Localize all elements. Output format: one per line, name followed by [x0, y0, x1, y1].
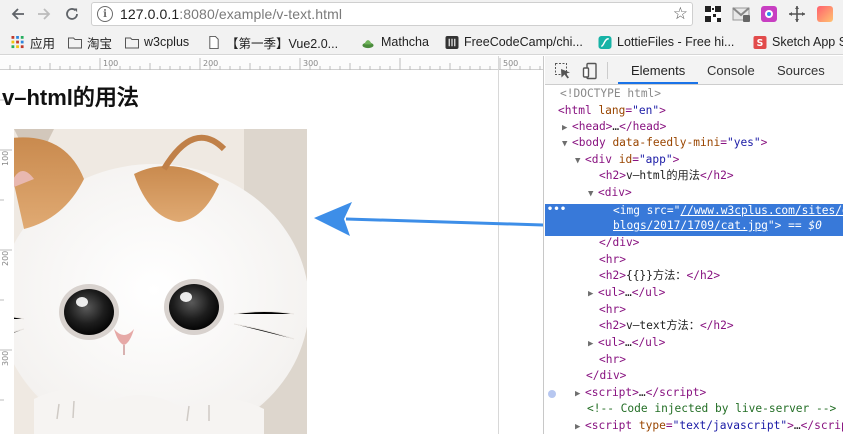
dom-node-hr[interactable]: <hr> — [545, 252, 843, 268]
bookmarks-bar: 应用 淘宝 w3cplus 【第一季】Vue2.0... Mathcha Fre… — [0, 29, 843, 55]
dom-node-hr[interactable]: <hr> — [545, 302, 843, 318]
cat-photo-drawing — [14, 129, 307, 434]
dom-node-doctype[interactable]: <!DOCTYPE html> — [545, 86, 843, 102]
dom-node-html[interactable]: <html lang="en"> — [545, 103, 843, 119]
dom-node-img-cont[interactable]: blogs/2017/1709/cat.jpg"> == $0 — [545, 218, 843, 234]
dom-node-div-close[interactable]: </div> — [545, 368, 843, 384]
bookmark-lottiefiles[interactable]: LottieFiles - Free hi... — [598, 34, 734, 50]
sketch-icon: S — [753, 35, 767, 49]
ruler-label: 500 — [503, 59, 519, 68]
folder-icon — [68, 37, 82, 48]
cat-image — [14, 129, 307, 434]
bookmark-label: Sketch App S — [772, 35, 843, 49]
dom-node-head[interactable]: ▶ <head>…</head> — [545, 119, 843, 135]
reload-icon — [66, 8, 78, 20]
info-icon[interactable]: i — [97, 6, 113, 22]
bookmark-label: 淘宝 — [87, 36, 113, 51]
tab-sources[interactable]: Sources — [777, 63, 825, 78]
forward-button[interactable] — [33, 3, 55, 25]
toolbar-divider — [607, 62, 608, 79]
dom-node-div[interactable]: ▼ <div> — [545, 185, 843, 201]
active-tab-indicator — [618, 82, 698, 84]
reload-button[interactable] — [61, 3, 83, 25]
mathcha-icon — [362, 39, 374, 48]
gmail-extension-icon[interactable] — [731, 4, 751, 24]
back-arrow-icon — [11, 8, 24, 20]
dom-node-script[interactable]: ▶ <script>…</script> — [545, 385, 843, 401]
dom-node-ul[interactable]: ▶ <ul>…</ul> — [545, 285, 843, 301]
bookmark-sketch-app[interactable]: S Sketch App S — [753, 34, 843, 50]
url-text: 127.0.0.1:8080/example/v-text.html — [120, 6, 343, 22]
bookmark-label: w3cplus — [144, 35, 190, 49]
bookmark-apps[interactable]: 应用 — [11, 34, 56, 51]
vertical-ruler — [0, 99, 12, 401]
tab-elements[interactable]: Elements — [631, 63, 685, 78]
bookmark-vue-course[interactable]: 【第一季】Vue2.0... — [207, 34, 339, 51]
bookmark-taobao[interactable]: 淘宝 — [68, 34, 113, 51]
ruler-label: 100 — [103, 59, 119, 68]
bookmark-freecodecamp[interactable]: FreeCodeCamp/chi... — [445, 34, 583, 50]
bookmark-label: 【第一季】Vue2.0... — [226, 36, 339, 51]
apps-grid-icon — [11, 35, 24, 48]
ruler-label: 100 — [1, 150, 10, 166]
qr-code-extension-icon[interactable] — [703, 4, 723, 24]
dom-node-h2[interactable]: <h2>{{}}方法：</h2> — [545, 268, 843, 284]
bookmark-label: LottieFiles - Free hi... — [617, 35, 735, 49]
browser-toolbar: i 127.0.0.1:8080/example/v-text.html ☆ — [0, 0, 843, 29]
page-heading: v–html的用法 — [2, 85, 139, 110]
device-toolbar-icon[interactable] — [582, 62, 600, 80]
tab-console[interactable]: Console — [707, 63, 755, 78]
dom-node-img[interactable]: <img src="//www.w3cplus.com/sites/defaul… — [545, 203, 843, 219]
color-picker-extension-icon[interactable] — [759, 4, 779, 24]
devtools-tabbar: Elements Console Sources — [545, 56, 843, 85]
bookmark-star-icon[interactable]: ☆ — [673, 4, 688, 24]
dom-node-div-app[interactable]: ▼ <div id="app"> — [545, 152, 843, 168]
back-button[interactable] — [7, 3, 29, 25]
inspect-element-icon[interactable] — [554, 62, 572, 80]
page-viewport[interactable]: 100 200 300 500 100 200 300 v–html的用法 — [0, 56, 544, 434]
extension-gradient-icon[interactable] — [815, 4, 835, 24]
dom-node-ul[interactable]: ▶ <ul>…</ul> — [545, 335, 843, 351]
bookmark-w3cplus[interactable]: w3cplus — [125, 34, 189, 50]
address-bar[interactable]: i 127.0.0.1:8080/example/v-text.html ☆ — [91, 2, 693, 26]
selected-marker: == $0 — [788, 219, 822, 232]
dom-node-script[interactable]: ▶<script type="text/javascript">…</scrip… — [545, 418, 843, 434]
github-icon — [445, 35, 459, 49]
ruler-guide-line — [498, 56, 499, 434]
devtools-panel: Elements Console Sources <!DOCTYPE html>… — [545, 56, 843, 434]
ruler-label: 200 — [203, 59, 219, 68]
folder-icon — [125, 37, 139, 48]
horizontal-ruler — [0, 56, 543, 70]
ruler-label: 300 — [303, 59, 319, 68]
bookmark-label: 应用 — [30, 36, 56, 51]
dom-node-comment[interactable]: <!-- Code injected by live-server --> — [545, 401, 843, 417]
dom-node-h2[interactable]: <h2>v–html的用法</h2> — [545, 168, 843, 184]
dom-node-hr[interactable]: <hr> — [545, 352, 843, 368]
page-icon — [209, 35, 219, 49]
ruler-label: 200 — [1, 250, 10, 266]
pointer-arrow — [314, 202, 543, 236]
move-crosshair-icon[interactable] — [787, 4, 807, 24]
ruler-label: 300 — [1, 350, 10, 366]
forward-arrow-icon — [38, 8, 51, 20]
bookmark-label: Mathcha — [381, 35, 429, 49]
bookmark-label: FreeCodeCamp/chi... — [464, 35, 583, 49]
dom-node-body[interactable]: ▼ <body data-feedly-mini="yes"> — [545, 135, 843, 151]
dom-node-h2[interactable]: <h2>v–text方法：</h2> — [545, 318, 843, 334]
dom-node-div-close[interactable]: </div> — [545, 235, 843, 251]
svg-text:S: S — [757, 38, 764, 49]
lottie-icon — [598, 35, 612, 49]
bookmark-mathcha[interactable]: Mathcha — [360, 34, 429, 50]
elements-tree[interactable]: <!DOCTYPE html> <html lang="en"> ▶ <head>… — [545, 86, 843, 434]
